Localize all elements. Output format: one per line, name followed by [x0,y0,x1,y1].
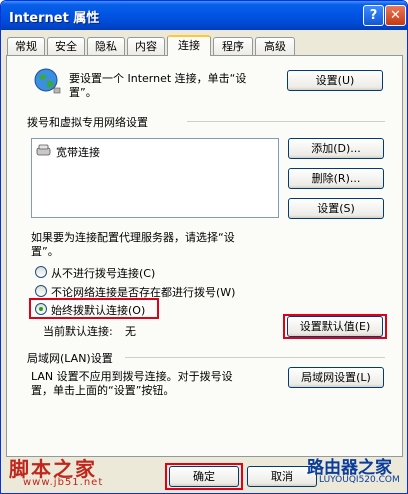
current-default-label: 当前默认连接: [43,325,113,338]
title-bar[interactable]: Internet 属性 ? ✕ [1,1,407,30]
tab-advanced[interactable]: 高级 [255,37,295,55]
internet-properties-dialog: Internet 属性 ? ✕ 常规 安全 隐私 内容 连接 程序 高级 要设置… [0,0,408,494]
connection-name: 宽带连接 [56,146,100,159]
remove-connection-button[interactable]: 删除(R)... [288,168,384,189]
close-button[interactable]: ✕ [385,5,406,26]
radio-never-dial[interactable] [35,266,47,278]
radio-dial-whenever[interactable] [35,285,47,297]
tab-security[interactable]: 安全 [47,37,85,55]
proxy-note-line1: 如果要为连接配置代理服务器，请选择“设 [31,231,235,244]
ok-button[interactable]: 确定 [169,466,239,487]
radio-always-dial-default-label[interactable]: 始终拨默认连接(O) [51,302,145,318]
divider [125,357,385,358]
current-default-value: 无 [125,325,136,338]
globe-network-icon [34,68,61,94]
list-item[interactable]: 宽带连接 [36,143,276,159]
window-title: Internet 属性 [9,11,100,26]
help-button[interactable]: ? [363,5,384,26]
tab-general[interactable]: 常规 [7,37,45,55]
tab-privacy[interactable]: 隐私 [87,37,125,55]
lan-group-title: 局域网(LAN)设置 [27,352,113,365]
left-watermark-url: www.jb51.net [23,477,104,488]
radio-always-dial-default[interactable] [35,303,47,315]
add-connection-button[interactable]: 添加(D)... [288,138,384,159]
dialup-connection-icon [36,144,51,156]
proxy-note-line2: 置”。 [31,245,59,258]
tab-programs[interactable]: 程序 [213,37,253,55]
setup-button[interactable]: 设置(U) [287,70,383,91]
connections-panel: 要设置一个 Internet 连接，单击“设 置”。 设置(U) 拨号和虚拟专用… [6,55,403,457]
setup-text-line2: 置”。 [69,86,97,99]
right-watermark-url: LUYOUQI520.COM [319,475,400,485]
lan-text-line2: 置，单击上面的“设置”按钮。 [31,384,175,397]
tab-connections[interactable]: 连接 [167,35,211,56]
tab-content[interactable]: 内容 [127,37,165,55]
divider [187,121,385,122]
radio-never-dial-label[interactable]: 从不进行拨号连接(C) [51,265,155,281]
connections-list[interactable]: 宽带连接 [31,138,279,218]
lan-settings-button[interactable]: 局域网设置(L) [288,367,384,388]
dialup-group-title: 拨号和虚拟专用网络设置 [27,116,148,129]
set-default-button[interactable]: 设置默认值(E) [287,316,383,337]
connection-settings-button[interactable]: 设置(S) [288,198,384,219]
